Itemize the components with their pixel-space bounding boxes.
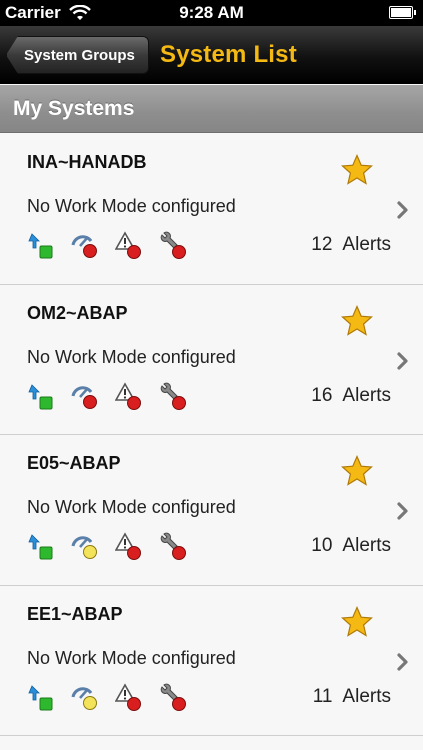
alert-count-number: 16 <box>311 384 333 406</box>
exceptions-icon <box>115 682 141 711</box>
exceptions-icon <box>115 532 141 560</box>
alert-count-number: 11 <box>312 685 333 707</box>
performance-icon <box>71 385 97 409</box>
favorite-star-icon[interactable] <box>341 455 373 487</box>
system-row[interactable]: INA~HANADB No Work Mode configured 12 Al… <box>0 134 423 285</box>
favorite-star-icon[interactable] <box>341 605 373 638</box>
system-name: E05~ABAP <box>27 453 121 473</box>
exceptions-icon <box>115 381 141 410</box>
favorite-star-icon[interactable] <box>341 304 373 337</box>
navigation-bar: System Groups System List <box>0 26 423 84</box>
alert-count: 11 Alerts <box>313 686 391 708</box>
chevron-right-icon <box>397 652 408 671</box>
performance-icon <box>71 686 97 710</box>
alert-count: 16 Alerts <box>311 385 391 407</box>
availability-icon <box>28 534 53 560</box>
favorite-star-icon[interactable] <box>341 154 373 186</box>
availability-icon <box>28 233 53 259</box>
status-time: 9:28 AM <box>179 3 244 22</box>
chevron-right-icon <box>397 502 408 520</box>
configuration-icon <box>160 532 186 560</box>
configuration-icon <box>160 231 186 259</box>
system-row[interactable]: E05~ABAP No Work Mode configured 10 Aler… <box>0 435 423 586</box>
alert-count-label: Alerts <box>342 535 391 556</box>
page-title: System List <box>160 41 297 68</box>
system-row[interactable]: EE1~ABAP No Work Mode configured 11 Aler… <box>0 585 423 736</box>
availability-icon <box>28 383 53 409</box>
chevron-right-icon <box>397 351 408 370</box>
alert-count: 12 Alerts <box>311 234 391 256</box>
alert-count-label: Alerts <box>342 384 391 406</box>
configuration-icon <box>160 683 186 711</box>
section-header: My Systems <box>0 85 423 133</box>
alert-count-number: 12 <box>311 234 333 255</box>
system-name: EE1~ABAP <box>27 603 123 624</box>
work-mode-label: No Work Mode configured <box>27 346 236 367</box>
chevron-right-icon <box>397 201 408 219</box>
configuration-icon <box>160 382 186 410</box>
system-name: OM2~ABAP <box>27 302 128 323</box>
performance-icon <box>71 235 97 258</box>
alert-count: 10 Alerts <box>311 535 391 557</box>
exceptions-icon <box>115 231 141 259</box>
alert-count-label: Alerts <box>342 234 391 255</box>
status-bar: Carrier 9:28 AM <box>0 0 423 26</box>
availability-icon <box>28 684 53 710</box>
system-row[interactable]: OM2~ABAP No Work Mode configured 16 Aler… <box>0 284 423 435</box>
battery-icon <box>389 6 416 19</box>
alert-count-number: 10 <box>311 535 333 556</box>
work-mode-label: No Work Mode configured <box>27 647 236 668</box>
work-mode-label: No Work Mode configured <box>27 196 236 216</box>
system-name: INA~HANADB <box>27 152 147 172</box>
back-button[interactable]: System Groups <box>6 36 149 74</box>
work-mode-label: No Work Mode configured <box>27 497 236 517</box>
performance-icon <box>71 536 97 559</box>
system-list: INA~HANADB No Work Mode configured 12 Al… <box>0 134 423 736</box>
alert-count-label: Alerts <box>342 685 391 707</box>
